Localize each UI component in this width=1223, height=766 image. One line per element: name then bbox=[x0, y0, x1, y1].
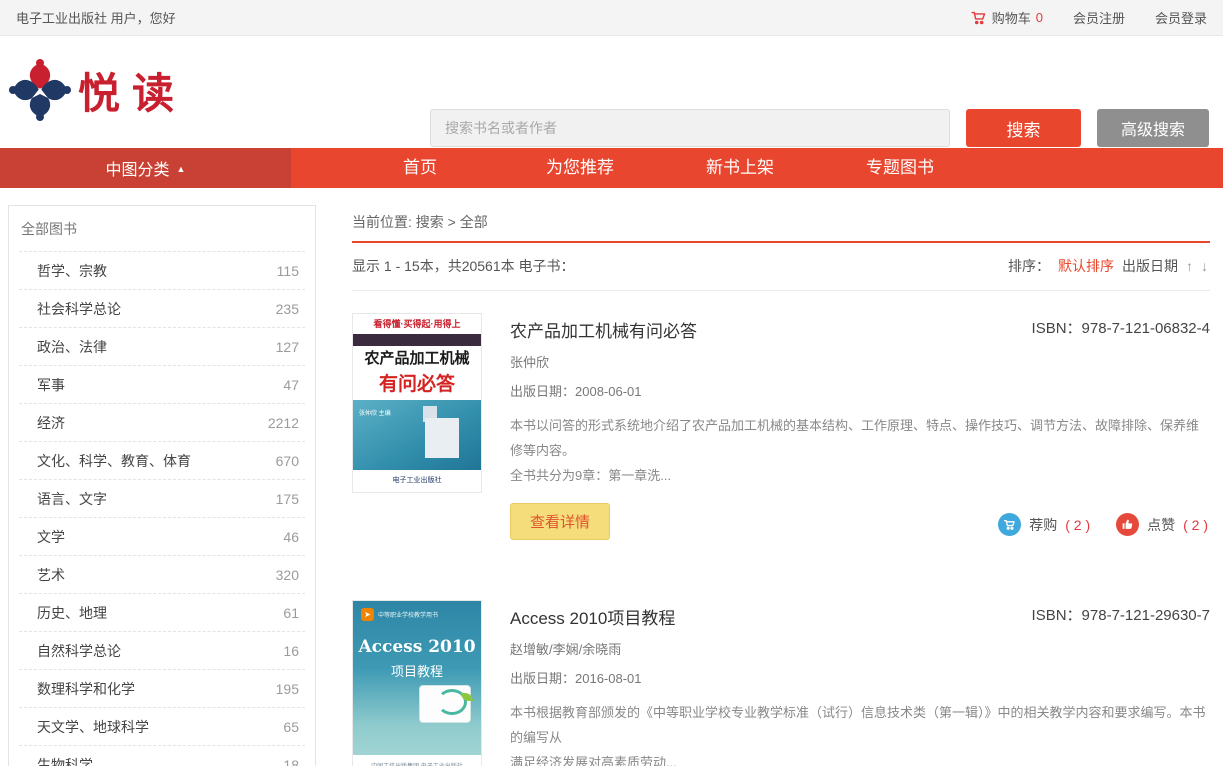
results-summary: 显示 1 - 15本，共20561本 电子书： bbox=[352, 258, 575, 274]
recommend-cart-icon bbox=[998, 513, 1022, 536]
sort-by-date-option[interactable]: 出版日期 bbox=[1122, 256, 1178, 276]
register-link[interactable]: 会员注册 bbox=[1073, 8, 1125, 27]
cover-subtitle: 有问必答 bbox=[353, 372, 481, 400]
sidebar-item-politics-law[interactable]: 政治、法律 127 bbox=[19, 327, 305, 365]
main-nav: 中图分类 ▲ 首页 为您推荐 新书上架 专题图书 bbox=[0, 148, 1223, 188]
like-label: 点赞 bbox=[1147, 516, 1176, 533]
cart-link[interactable]: 购物车 0 bbox=[970, 8, 1043, 27]
breadcrumb-search[interactable]: 搜索 bbox=[416, 214, 444, 230]
cover-series: ➤ 中等职业学校教学用书 bbox=[361, 608, 438, 621]
sidebar-item-astronomy-earth[interactable]: 天文学、地球科学 65 bbox=[19, 707, 305, 745]
sort-label: 排序： bbox=[1008, 258, 1050, 274]
sidebar-item-language[interactable]: 语言、文字 175 bbox=[19, 479, 305, 517]
book-info: 农产品加工机械有问必答 ISBN：978-7-121-06832-4 张仲欣 出… bbox=[510, 313, 1210, 540]
breadcrumb-all[interactable]: 全部 bbox=[460, 214, 488, 230]
book-cover[interactable]: ➤ 中等职业学校教学用书 Access 2010 项目教程 中国工信出版集团 电… bbox=[352, 600, 482, 766]
book-item: ➤ 中等职业学校教学用书 Access 2010 项目教程 中国工信出版集团 电… bbox=[352, 600, 1210, 766]
sidebar-title: 全部图书 bbox=[21, 221, 77, 237]
sidebar-item-philosophy[interactable]: 哲学、宗教 115 bbox=[19, 251, 305, 289]
book-info: Access 2010项目教程 ISBN：978-7-121-29630-7 赵… bbox=[510, 600, 1210, 766]
nav-topic-books[interactable]: 专题图书 bbox=[866, 148, 934, 188]
site-logo[interactable]: 悦读 bbox=[8, 58, 186, 122]
book-description: 本书根据教育部颁发的《中等职业学校专业教学标准（试行）信息技术类（第一辑）》中的… bbox=[510, 705, 1206, 766]
category-sidebar: 全部图书 哲学、宗教 115 社会科学总论 235 政治、法律 127 军事 4… bbox=[8, 205, 316, 766]
sort-desc-icon[interactable]: ↓ bbox=[1201, 258, 1208, 274]
view-details-button[interactable]: 查看详情 bbox=[510, 503, 611, 540]
book-publish-date: 出版日期：2016-08-01 bbox=[510, 671, 642, 686]
nav-recommend[interactable]: 为您推荐 bbox=[546, 148, 614, 188]
chevron-up-icon: ▲ bbox=[176, 164, 186, 174]
cover-title: Access 2010 bbox=[358, 637, 476, 657]
thumbs-up-icon bbox=[1116, 513, 1140, 536]
book-item: 看得懂·买得起·用得上 农产品加工机械 有问必答 张仲欣 主编 电子工业出版社 … bbox=[352, 313, 1210, 540]
cover-background bbox=[353, 601, 481, 766]
category-menu-button[interactable]: 中图分类 ▲ bbox=[0, 148, 291, 188]
book-title[interactable]: Access 2010项目教程 bbox=[510, 604, 675, 629]
sidebar-item-math-chemistry[interactable]: 数理科学和化学 195 bbox=[19, 669, 305, 707]
cart-icon bbox=[971, 11, 985, 25]
series-logo-icon: ➤ bbox=[361, 608, 374, 621]
cover-byline: 张仲欣 主编 bbox=[359, 411, 391, 417]
book-publish-date: 出版日期：2008-06-01 bbox=[510, 384, 642, 399]
cart-count: 0 bbox=[1035, 10, 1043, 25]
cover-publisher: 中国工信出版集团 电子工业出版社 bbox=[353, 755, 481, 766]
cover-band bbox=[353, 334, 481, 346]
breadcrumb-separator: > bbox=[447, 214, 456, 230]
welcome-text: 电子工业出版社 用户，您好 bbox=[16, 11, 176, 26]
sidebar-item-natural-science[interactable]: 自然科学总论 16 bbox=[19, 631, 305, 669]
sort-default-option[interactable]: 默认排序 bbox=[1058, 256, 1114, 276]
sort-controls: 排序： 默认排序 出版日期 ↑ ↓ bbox=[1008, 256, 1208, 276]
main-content: 当前位置: 搜索 > 全部 显示 1 - 15本，共20561本 电子书： 排序… bbox=[352, 188, 1210, 766]
sidebar-item-history-geography[interactable]: 历史、地理 61 bbox=[19, 593, 305, 631]
sidebar-item-military[interactable]: 军事 47 bbox=[19, 365, 305, 403]
book-author: 赵增敏/李娴/余晓雨 bbox=[510, 642, 622, 657]
recommend-label: 荐购 bbox=[1029, 516, 1058, 533]
logo-text: 悦读 bbox=[78, 68, 187, 118]
cart-label: 购物车 bbox=[991, 11, 1031, 26]
cover-machine-shape bbox=[425, 418, 459, 458]
nav-new-books[interactable]: 新书上架 bbox=[706, 148, 774, 188]
sidebar-item-art[interactable]: 艺术 320 bbox=[19, 555, 305, 593]
book-actions: 荐购 ( 2 ) 点赞 ( 2 ) bbox=[998, 513, 1208, 536]
breadcrumb: 当前位置: 搜索 > 全部 bbox=[352, 188, 1210, 243]
book-author: 张仲欣 bbox=[510, 355, 550, 370]
search-input[interactable] bbox=[430, 109, 950, 147]
book-title[interactable]: 农产品加工机械有问必答 bbox=[510, 317, 697, 342]
cover-subtitle: 项目教程 bbox=[390, 664, 443, 679]
book-isbn: ISBN：978-7-121-29630-7 bbox=[1031, 607, 1210, 624]
search-button[interactable]: 搜索 bbox=[966, 109, 1081, 147]
sort-asc-icon[interactable]: ↑ bbox=[1186, 258, 1193, 274]
login-link[interactable]: 会员登录 bbox=[1155, 8, 1207, 27]
header: 悦读 搜索 高级搜索 bbox=[0, 36, 1223, 148]
recommend-count: ( 2 ) bbox=[1065, 516, 1091, 533]
category-menu-label: 中图分类 bbox=[105, 162, 170, 179]
cover-tagline: 看得懂·买得起·用得上 bbox=[353, 314, 481, 334]
sidebar-item-culture-education[interactable]: 文化、科学、教育、体育 670 bbox=[19, 441, 305, 479]
recommend-purchase-button[interactable]: 荐购 ( 2 ) bbox=[998, 513, 1090, 536]
like-button[interactable]: 点赞 ( 2 ) bbox=[1116, 513, 1208, 536]
book-cover[interactable]: 看得懂·买得起·用得上 农产品加工机械 有问必答 张仲欣 主编 电子工业出版社 bbox=[352, 313, 482, 493]
book-isbn: ISBN：978-7-121-06832-4 bbox=[1031, 320, 1210, 337]
logo-flower-icon bbox=[9, 59, 71, 121]
advanced-search-button[interactable]: 高级搜索 bbox=[1097, 109, 1209, 147]
topbar: 电子工业出版社 用户，您好 购物车 0 会员注册 会员登录 bbox=[0, 0, 1223, 36]
sidebar-item-social-science[interactable]: 社会科学总论 235 bbox=[19, 289, 305, 327]
sidebar-item-economy[interactable]: 经济 2212 bbox=[19, 403, 305, 441]
like-count: ( 2 ) bbox=[1183, 516, 1208, 533]
topbar-links: 购物车 0 会员注册 会员登录 bbox=[970, 8, 1207, 27]
nav-home[interactable]: 首页 bbox=[403, 148, 437, 188]
breadcrumb-prefix: 当前位置: bbox=[352, 214, 412, 230]
sort-bar: 显示 1 - 15本，共20561本 电子书： 排序： 默认排序 出版日期 ↑ … bbox=[352, 243, 1210, 291]
book-description: 本书以问答的形式系统地介绍了农产品加工机械的基本结构、工作原理、特点、操作技巧、… bbox=[510, 418, 1200, 483]
cover-illustration: 张仲欣 主编 bbox=[353, 400, 481, 472]
sidebar-item-biology[interactable]: 生物科学 18 bbox=[19, 745, 305, 766]
cover-title: 农产品加工机械 bbox=[353, 346, 481, 372]
cover-publisher: 电子工业出版社 bbox=[353, 470, 481, 492]
sidebar-item-literature[interactable]: 文学 46 bbox=[19, 517, 305, 555]
